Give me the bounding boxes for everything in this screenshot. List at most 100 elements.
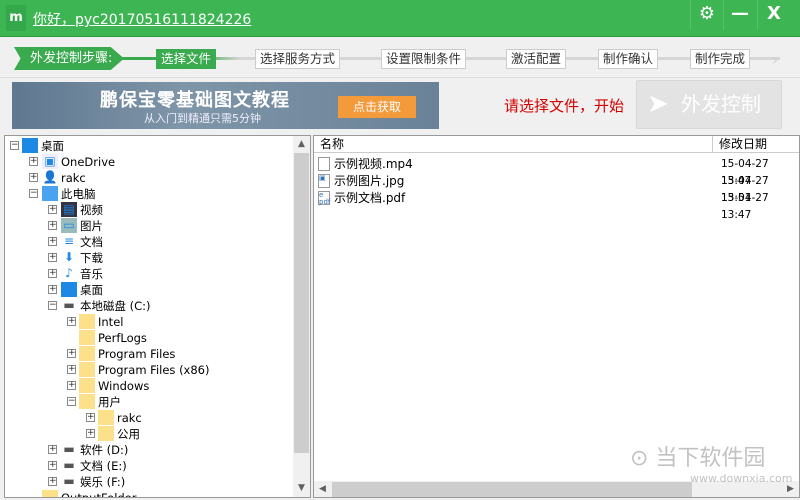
tree-item[interactable]: + 👤 rakc xyxy=(5,170,290,186)
tree-item-label: 图片 xyxy=(80,219,103,233)
watermark-logo: ⊙ 当下软件园 xyxy=(630,446,766,471)
picture-icon: ▭ xyxy=(61,218,77,233)
scroll-down-icon[interactable]: ▼ xyxy=(293,480,310,497)
folder-icon xyxy=(42,490,58,497)
expand-icon[interactable]: + xyxy=(48,285,57,294)
tree-item-label: 软件 (D:) xyxy=(80,443,129,457)
expand-icon[interactable]: + xyxy=(48,461,57,470)
minimize-button[interactable]: — xyxy=(723,0,756,30)
tree-item[interactable]: − 用户 xyxy=(5,394,290,410)
banner-subtitle: 从入门到精通只需5分钟 xyxy=(144,112,261,125)
folder-tree[interactable]: − 桌面 + ▣ OneDrive + 👤 rakc − 此电脑 + ▤ 视频 + ▭ 图片 + ≡ 文档 + ⬇ 下载 +… xyxy=(4,135,311,498)
expand-icon[interactable]: + xyxy=(67,381,76,390)
expand-icon[interactable]: + xyxy=(86,429,95,438)
user-greeting-link[interactable]: 你好，pyc20170516111824226 xyxy=(33,9,251,29)
tree-item[interactable]: + ▬ 娱乐 (F:) xyxy=(5,474,290,490)
desktop-icon xyxy=(61,282,77,297)
file-file-icon xyxy=(318,157,330,171)
tree-item-label: 文档 xyxy=(80,235,103,249)
folder-icon xyxy=(79,378,95,393)
tree-item[interactable]: OutputFolder xyxy=(5,490,290,497)
tree-item[interactable]: + ♪ 音乐 xyxy=(5,266,290,282)
file-row[interactable]: 示例视频.mp4 15-04-27 13:47 xyxy=(318,156,798,187)
send-control-button[interactable]: ➤ 外发控制 xyxy=(636,80,782,129)
tree-item[interactable]: + ▤ 视频 xyxy=(5,202,290,218)
tree-item[interactable]: + ▬ 软件 (D:) xyxy=(5,442,290,458)
column-header-date[interactable]: 修改日期 xyxy=(713,136,799,153)
step-1: 选择文件 xyxy=(156,49,217,69)
folder-icon xyxy=(79,314,95,329)
expand-icon[interactable]: + xyxy=(29,157,38,166)
file-row[interactable]: ▣ 示例图片.jpg 15-04-27 13:51 xyxy=(318,173,798,204)
banner-get-button[interactable]: 点击获取 xyxy=(338,96,416,118)
tree-item[interactable]: + rakc xyxy=(5,410,290,426)
expand-icon[interactable]: + xyxy=(29,173,38,182)
send-control-label: 外发控制 xyxy=(681,92,761,116)
expand-icon[interactable]: + xyxy=(86,413,95,422)
watermark-url: www.downxia.com xyxy=(690,472,793,485)
tree-item-label: 音乐 xyxy=(80,267,103,281)
pdf-file-icon: e pdf xyxy=(318,191,331,206)
file-row[interactable]: e pdf 示例文档.pdf 15-04-27 13:47 xyxy=(318,190,798,221)
expand-icon[interactable]: + xyxy=(48,205,57,214)
banner-title: 鹏保宝零基础图文教程 xyxy=(100,90,290,111)
file-name: 示例图片.jpg xyxy=(334,174,405,188)
collapse-icon[interactable]: − xyxy=(48,301,57,310)
computer-icon xyxy=(42,186,58,201)
tree-item-label: 视频 xyxy=(80,203,103,217)
document-icon: ≡ xyxy=(61,234,77,249)
expand-icon[interactable]: + xyxy=(48,253,57,262)
folder-icon xyxy=(98,426,114,441)
close-button[interactable]: X xyxy=(757,0,790,30)
folder-icon xyxy=(79,330,95,345)
tree-item[interactable]: + 公用 xyxy=(5,426,290,442)
scroll-left-icon[interactable]: ◀ xyxy=(314,481,331,497)
settings-button[interactable]: ⚙ xyxy=(690,0,723,30)
steps-label: 外发控制步骤: xyxy=(14,47,124,70)
folder-icon xyxy=(79,362,95,377)
collapse-icon[interactable]: − xyxy=(67,397,76,406)
tree-item[interactable]: + ▭ 图片 xyxy=(5,218,290,234)
gear-icon: ⚙ xyxy=(698,3,716,24)
drive-icon: ▬ xyxy=(63,474,75,488)
tree-item-label: Intel xyxy=(98,315,124,329)
expand-icon[interactable]: + xyxy=(48,445,57,454)
video-icon: ▤ xyxy=(61,202,77,217)
expand-icon[interactable]: + xyxy=(48,237,57,246)
step-3: 设置限制条件 xyxy=(381,49,467,69)
tree-item-label: OneDrive xyxy=(61,155,116,169)
drive-icon: ▬ xyxy=(63,458,75,472)
tree-item[interactable]: − 桌面 xyxy=(5,138,290,154)
tree-item[interactable]: − ▬ 本地磁盘 (C:) xyxy=(5,298,290,314)
tutorial-banner[interactable]: 鹏保宝零基础图文教程 从入门到精通只需5分钟 点击获取 xyxy=(12,82,439,129)
tree-item[interactable]: + Windows xyxy=(5,378,290,394)
tree-item[interactable]: + ▬ 文档 (E:) xyxy=(5,458,290,474)
tree-item[interactable]: − 此电脑 xyxy=(5,186,290,202)
tree-scroll-thumb[interactable] xyxy=(294,153,309,453)
expand-icon[interactable]: + xyxy=(67,317,76,326)
expand-icon[interactable]: + xyxy=(67,349,76,358)
collapse-icon[interactable]: − xyxy=(10,141,19,150)
tree-item[interactable]: + ▣ OneDrive xyxy=(5,154,290,170)
column-header-name[interactable]: 名称 xyxy=(314,136,713,153)
tree-item-label: 文档 (E:) xyxy=(80,459,127,473)
scroll-up-icon[interactable]: ▲ xyxy=(293,136,310,153)
list-scroll-thumb[interactable] xyxy=(332,482,692,497)
tree-item-label: 此电脑 xyxy=(61,187,96,201)
tree-item[interactable]: + ≡ 文档 xyxy=(5,234,290,250)
expand-icon[interactable]: + xyxy=(48,269,57,278)
tree-item[interactable]: + Program Files (x86) xyxy=(5,362,290,378)
tree-item[interactable]: + Program Files xyxy=(5,346,290,362)
collapse-icon[interactable]: − xyxy=(29,189,38,198)
tree-item[interactable]: + Intel xyxy=(5,314,290,330)
tree-item[interactable]: + 桌面 xyxy=(5,282,290,298)
tree-item[interactable]: PerfLogs xyxy=(5,330,290,346)
download-icon: ⬇ xyxy=(63,250,75,264)
tree-item[interactable]: + ⬇ 下载 xyxy=(5,250,290,266)
tree-item-label: Program Files xyxy=(98,347,176,361)
hint-text: 请选择文件，开始 xyxy=(504,97,625,115)
expand-icon[interactable]: + xyxy=(48,221,57,230)
expand-icon[interactable]: + xyxy=(48,477,57,486)
user-icon: 👤 xyxy=(42,170,58,184)
expand-icon[interactable]: + xyxy=(67,365,76,374)
